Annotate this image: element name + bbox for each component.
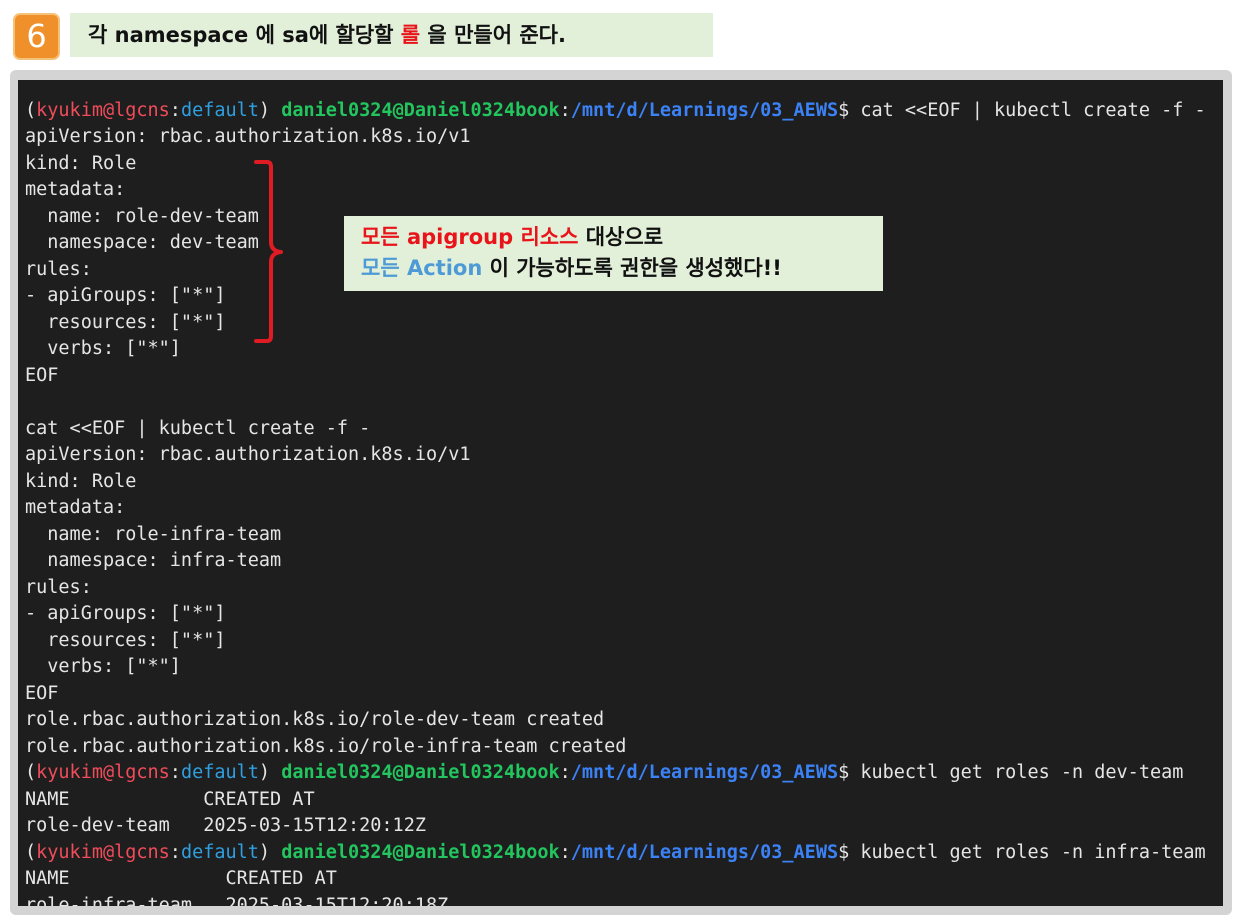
text-segment: 모든 Action (361, 256, 483, 280)
callout-line-2: 모든 Action 이 가능하도록 권한을 생성했다!! (361, 253, 883, 284)
terminal-text: EOF (25, 364, 59, 386)
terminal-line: (kyukim@lgcns:default) daniel0324@Daniel… (25, 840, 1206, 867)
terminal-line: role-infra-team 2025-03-15T12:20:18Z (25, 893, 1206, 907)
terminal-text: EOF (25, 682, 59, 704)
annotation-callout: 모든 apigroup 리소스 대상으로 모든 Action 이 가능하도록 권… (344, 216, 883, 291)
terminal-text: /mnt/d/Learnings/03_AEWS (570, 841, 839, 863)
terminal-line: EOF (25, 363, 1206, 390)
terminal-text: rules: (25, 576, 92, 598)
terminal-text: resources: ["*"] (25, 629, 226, 651)
terminal-text: $ kubectl get roles -n dev-team (838, 762, 1184, 783)
terminal-text: $ cat <<EOF | kubectl create -f - (838, 99, 1206, 121)
terminal-text: cat <<EOF | kubectl create -f - (25, 417, 371, 439)
terminal-line: role.rbac.authorization.k8s.io/role-dev-… (25, 707, 1206, 734)
terminal-line: resources: ["*"] (25, 628, 1206, 655)
text-segment: 이 가능하도록 권한을 생성했다!! (482, 256, 782, 280)
terminal-text: : (559, 99, 571, 121)
terminal-text: : (169, 99, 181, 121)
terminal-text: : (169, 841, 181, 863)
terminal-text: namespace: infra-team (25, 550, 282, 571)
terminal-text: /mnt/d/Learnings/03_AEWS (570, 762, 839, 783)
terminal-text: default (180, 841, 259, 863)
terminal-text: resources: ["*"] (25, 311, 226, 333)
terminal-text: default (180, 99, 259, 121)
terminal-line: apiVersion: rbac.authorization.k8s.io/v1 (25, 124, 1206, 151)
terminal-text: verbs: ["*"] (25, 656, 181, 677)
terminal-line: kind: Role (25, 469, 1206, 496)
terminal-line: NAME CREATED AT (25, 787, 1206, 814)
terminal-text: ) (258, 99, 282, 121)
terminal-line: name: role-infra-team (25, 522, 1206, 549)
text-segment: 을 만들어 준다. (420, 23, 566, 47)
terminal-text: daniel0324@Daniel0324book (281, 99, 560, 121)
text-segment: 대상으로 (578, 225, 664, 249)
terminal-text: /mnt/d/Learnings/03_AEWS (570, 99, 839, 121)
terminal-line (25, 80, 1206, 98)
terminal-line: (kyukim@lgcns:default) daniel0324@Daniel… (25, 760, 1206, 787)
terminal-text: apiVersion: rbac.authorization.k8s.io/v1 (25, 444, 471, 465)
terminal-text: NAME CREATED AT (25, 788, 315, 810)
step-number-badge: 6 (13, 13, 60, 60)
terminal-text: kind: Role (25, 152, 137, 174)
terminal-line: metadata: (25, 177, 1206, 204)
terminal-text: role-dev-team 2025-03-15T12:20:12Z (25, 815, 426, 836)
terminal-text: : (559, 841, 571, 863)
terminal-text: daniel0324@Daniel0324book (281, 762, 560, 783)
terminal-text: - apiGroups: ["*"] (25, 603, 226, 624)
text-segment: 각 namespace 에 sa에 할당할 (88, 23, 401, 47)
terminal-text: namespace: dev-team (25, 232, 259, 253)
text-segment: 모든 apigroup 리소스 (361, 225, 579, 249)
terminal-text: apiVersion: rbac.authorization.k8s.io/v1 (25, 126, 471, 147)
terminal-line: - apiGroups: ["*"] (25, 601, 1206, 628)
terminal-line: resources: ["*"] (25, 310, 1206, 337)
terminal-text: - apiGroups: ["*"] (25, 285, 226, 306)
terminal-text: name: role-infra-team (25, 523, 282, 545)
terminal-text: ( (25, 762, 37, 783)
terminal-line: verbs: ["*"] (25, 654, 1206, 681)
terminal-text: kind: Role (25, 470, 137, 492)
terminal-text: role.rbac.authorization.k8s.io/role-dev-… (25, 709, 605, 730)
callout-line-1: 모든 apigroup 리소스 대상으로 (361, 222, 883, 253)
text-segment: 롤 (400, 23, 421, 47)
terminal-text: verbs: ["*"] (25, 338, 181, 359)
terminal-text: $ kubectl get roles -n infra-team (838, 841, 1206, 863)
terminal-line: role.rbac.authorization.k8s.io/role-infr… (25, 734, 1206, 761)
terminal-text: kyukim@lgcns (36, 762, 170, 783)
terminal-line: cat <<EOF | kubectl create -f - (25, 416, 1206, 443)
terminal-line: verbs: ["*"] (25, 336, 1206, 363)
terminal-text: : (559, 762, 571, 783)
terminal-line: metadata: (25, 495, 1206, 522)
terminal-line: (kyukim@lgcns:default) daniel0324@Daniel… (25, 98, 1206, 125)
step-title: 각 namespace 에 sa에 할당할 롤 을 만들어 준다. (70, 13, 713, 57)
terminal-text: role-infra-team 2025-03-15T12:20:18Z (25, 894, 449, 907)
terminal-window[interactable]: (kyukim@lgcns:default) daniel0324@Daniel… (18, 80, 1223, 906)
terminal-text: ( (25, 99, 37, 121)
terminal-text: default (180, 762, 259, 783)
terminal-text: kyukim@lgcns (36, 99, 170, 121)
terminal-line: apiVersion: rbac.authorization.k8s.io/v1 (25, 442, 1206, 469)
terminal-line: NAME CREATED AT (25, 866, 1206, 893)
terminal-line: EOF (25, 681, 1206, 708)
terminal-text: rules: (25, 258, 92, 280)
terminal-text: ( (25, 841, 37, 863)
terminal-text: NAME CREATED AT (25, 868, 337, 889)
terminal-text: name: role-dev-team (25, 205, 259, 227)
terminal-text: daniel0324@Daniel0324book (281, 841, 560, 863)
curly-bracket-annotation (254, 160, 283, 343)
terminal-text: metadata: (25, 497, 126, 518)
terminal-text: role.rbac.authorization.k8s.io/role-infr… (25, 735, 627, 757)
terminal-line: rules: (25, 575, 1206, 602)
terminal-line: kind: Role (25, 151, 1206, 178)
terminal-line: role-dev-team 2025-03-15T12:20:12Z (25, 813, 1206, 840)
terminal-text: ) (258, 841, 282, 863)
terminal-line: namespace: infra-team (25, 548, 1206, 575)
terminal-output: (kyukim@lgcns:default) daniel0324@Daniel… (25, 80, 1206, 907)
terminal-text: ) (258, 762, 282, 783)
bracket-stroke (254, 160, 283, 343)
terminal-text: metadata: (25, 179, 126, 200)
terminal-text: kyukim@lgcns (36, 841, 170, 863)
terminal-text: : (169, 762, 181, 783)
